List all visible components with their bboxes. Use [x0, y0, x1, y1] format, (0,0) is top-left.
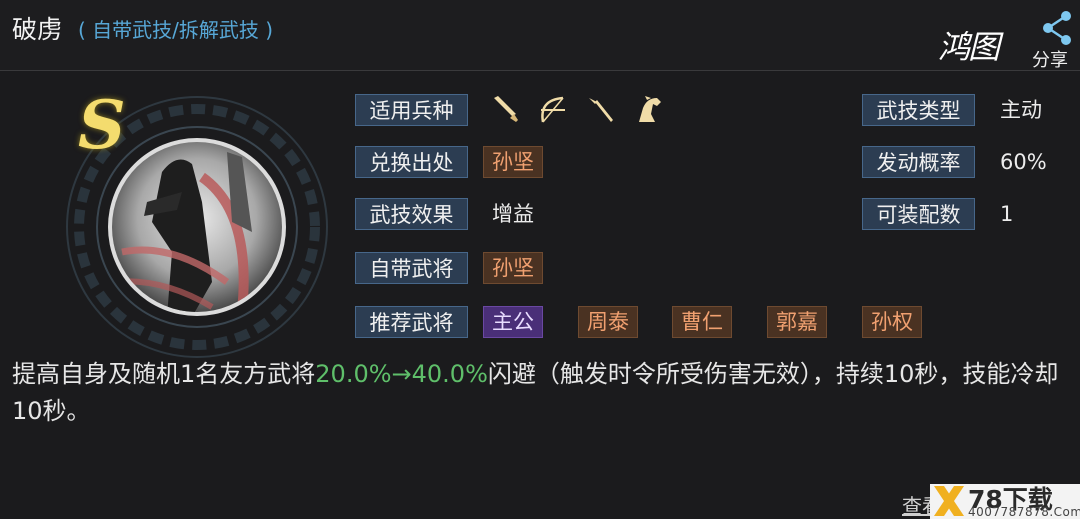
- equip-slots-label: 可装配数: [862, 198, 975, 230]
- equip-slots-label-text: 可装配数: [876, 203, 961, 227]
- watermark-url: 4007787878.Com: [968, 505, 1080, 519]
- recommend-label-text: 推荐武将: [369, 311, 454, 335]
- skill-type-label: 武技类型: [862, 94, 975, 126]
- innate-general-tag[interactable]: 孙坚: [483, 252, 543, 284]
- recommend-general-name: 郭嘉: [776, 310, 818, 334]
- recommend-general-tag[interactable]: 曹仁: [672, 306, 732, 338]
- recommend-general-name: 周泰: [587, 310, 629, 334]
- source-label-text: 兑换出处: [369, 151, 454, 175]
- recommend-general-name: 孙权: [871, 310, 913, 334]
- equip-slots-value: 1: [1000, 202, 1014, 226]
- innate-general-name: 孙坚: [492, 256, 534, 280]
- source-general-tag[interactable]: 孙坚: [483, 146, 543, 178]
- innate-general-label-text: 自带武将: [369, 257, 454, 281]
- brand-logo: 鸿图: [938, 28, 1000, 66]
- skill-description: 提高自身及随机1名友方武将20.0%→40.0%闪避（触发时令所受伤害无效），持…: [12, 356, 1062, 430]
- spear-icon: [589, 98, 613, 122]
- effect-label-text: 武技效果: [369, 203, 454, 227]
- skill-subtitle: ( 自带武技/拆解武技 ): [78, 18, 274, 42]
- horse-icon: [639, 96, 661, 122]
- recommend-general-name: 曹仁: [681, 310, 723, 334]
- share-icon[interactable]: [1036, 8, 1076, 48]
- recommend-general-tag[interactable]: 周泰: [578, 306, 638, 338]
- skill-type-value: 主动: [1000, 98, 1042, 122]
- trigger-rate-label-text: 发动概率: [876, 151, 961, 175]
- bow-icon: [541, 96, 565, 123]
- sword-icon: [494, 96, 518, 122]
- effect-label: 武技效果: [355, 198, 468, 230]
- recommend-label: 推荐武将: [355, 306, 468, 338]
- recommend-general-tag[interactable]: 主公: [483, 306, 543, 338]
- trigger-rate-value: 60%: [1000, 150, 1047, 174]
- grade-badge: S: [78, 86, 126, 164]
- description-highlight: 20.0%→40.0%: [315, 360, 488, 388]
- recommend-general-tag[interactable]: 郭嘉: [767, 306, 827, 338]
- troop-type-label: 适用兵种: [355, 94, 468, 126]
- header-bar: 破虏 ( 自带武技/拆解武技 ) 鸿图 分享: [0, 0, 1080, 71]
- description-before: 提高自身及随机1名友方武将: [12, 360, 316, 388]
- innate-general-label: 自带武将: [355, 252, 468, 284]
- watermark-x-icon: [934, 486, 964, 516]
- skill-title: 破虏: [12, 15, 63, 44]
- source-general-name: 孙坚: [492, 150, 534, 174]
- troop-type-label-text: 适用兵种: [369, 99, 454, 123]
- trigger-rate-label: 发动概率: [862, 146, 975, 178]
- recommend-general-tag[interactable]: 孙权: [862, 306, 922, 338]
- source-label: 兑换出处: [355, 146, 468, 178]
- effect-value: 增益: [492, 202, 534, 226]
- recommend-general-name: 主公: [492, 310, 534, 334]
- skill-type-label-text: 武技类型: [876, 99, 961, 123]
- share-label[interactable]: 分享: [1032, 46, 1068, 72]
